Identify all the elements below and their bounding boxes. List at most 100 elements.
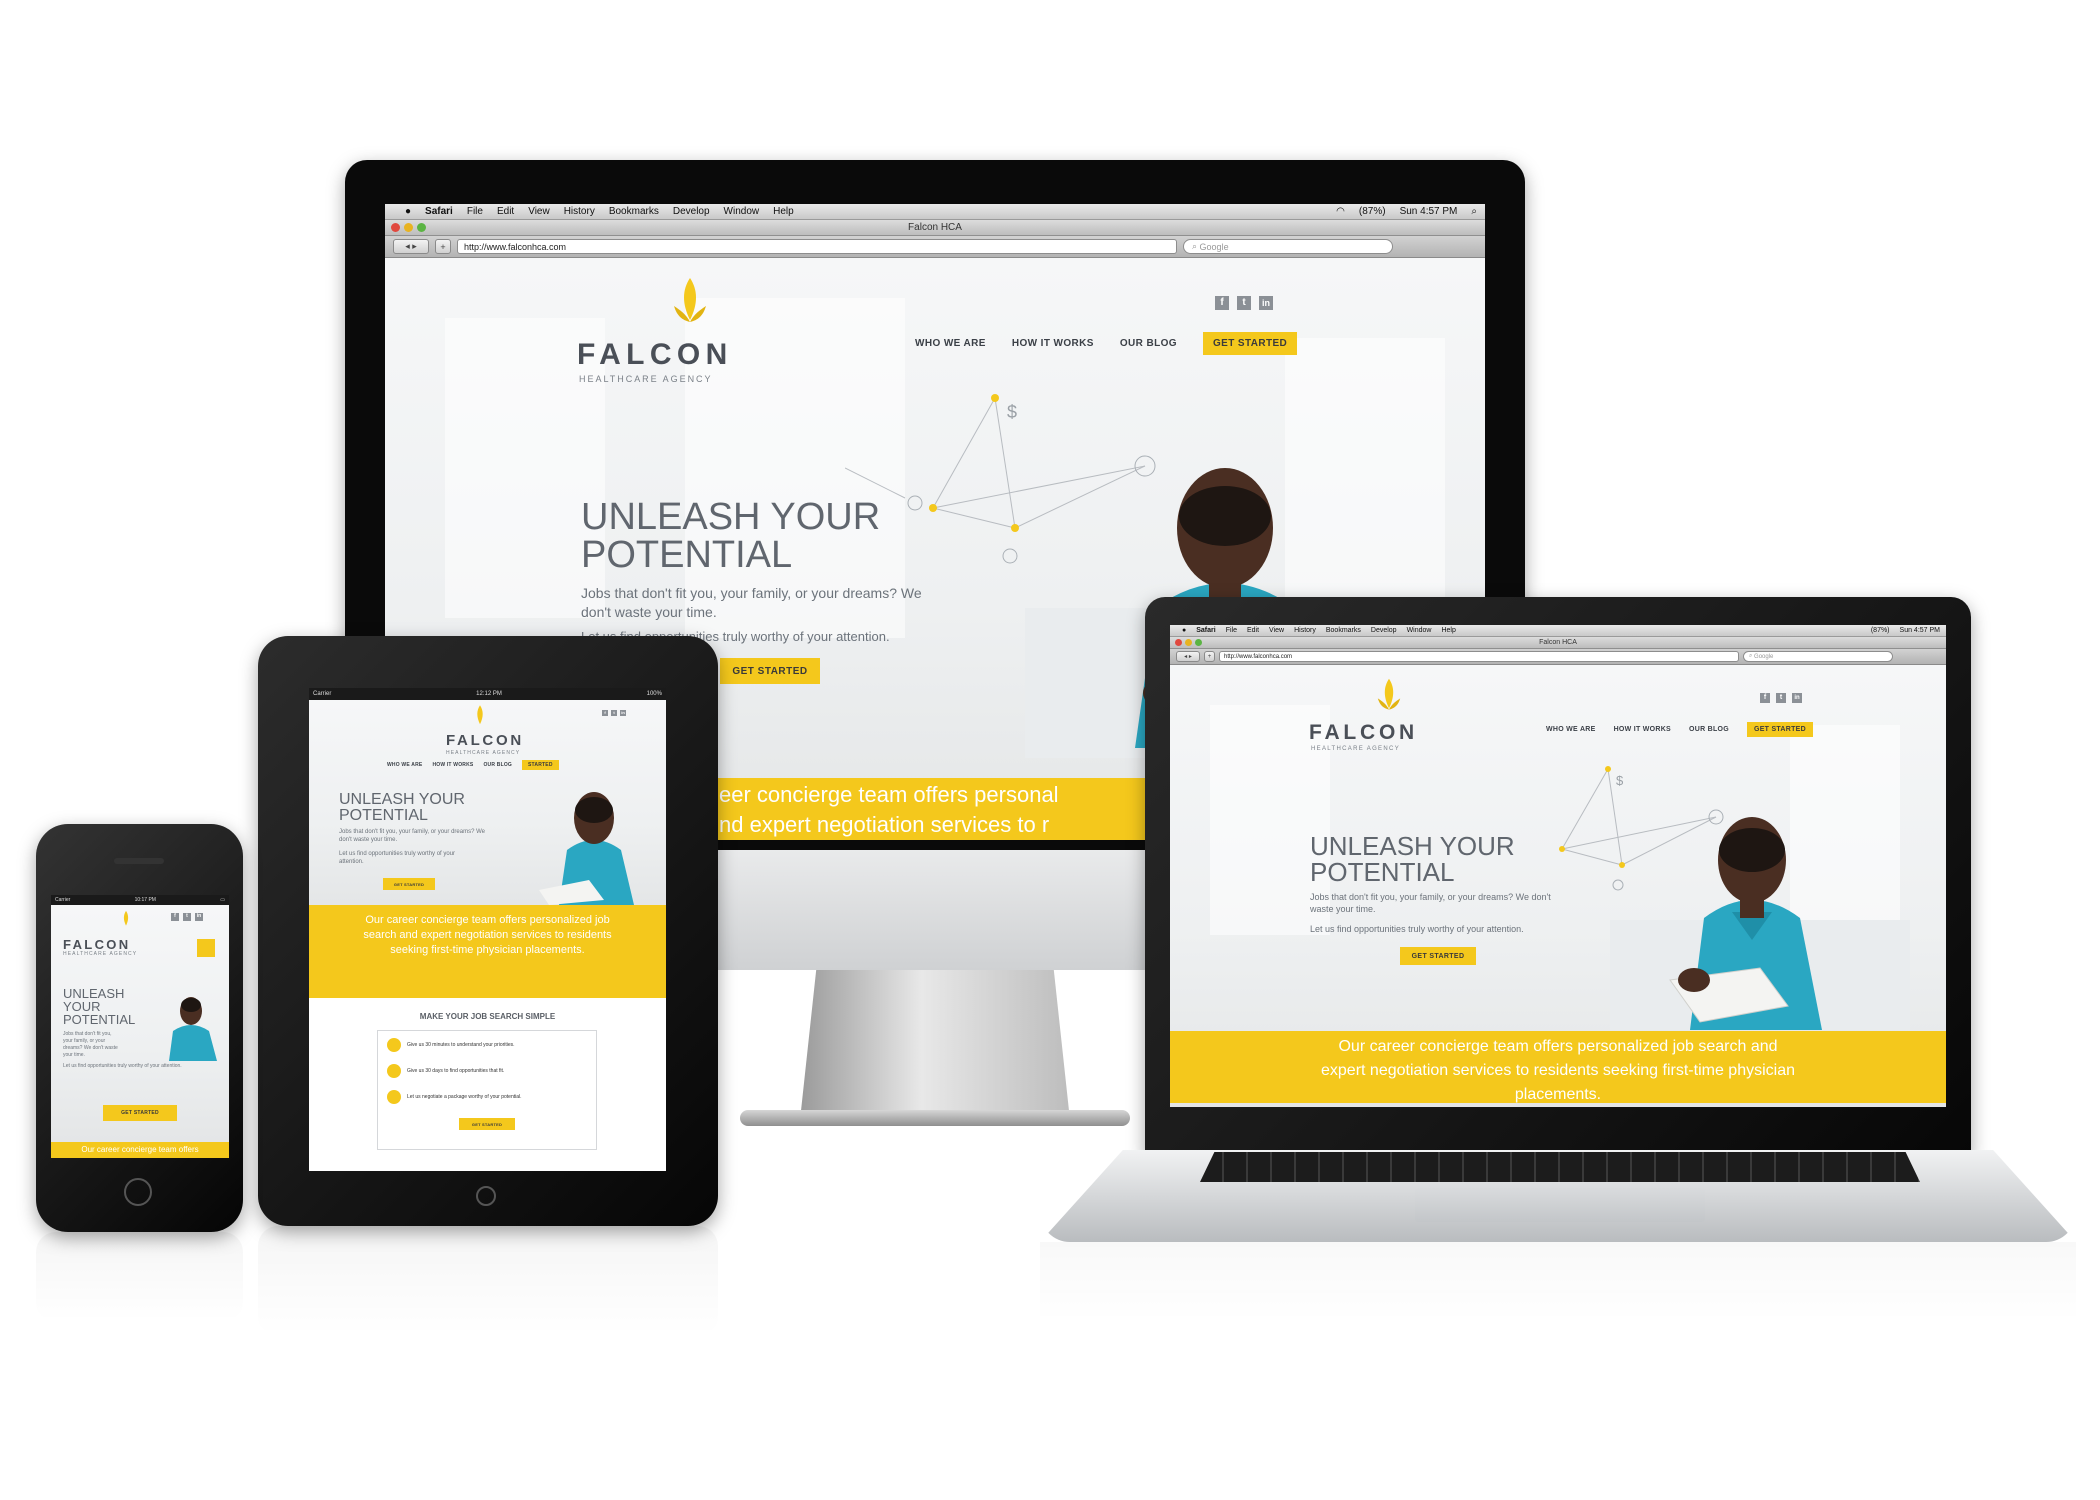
logo-wordmark[interactable]: FALCON	[1309, 721, 1418, 745]
twitter-icon[interactable]: t	[1776, 693, 1786, 703]
logo-wordmark[interactable]: FALCON	[446, 732, 524, 749]
hero-get-started-button[interactable]: GET STARTED	[720, 658, 820, 684]
menu-develop[interactable]: Develop	[673, 206, 710, 217]
search-field[interactable]: ⌕ Google	[1743, 651, 1893, 662]
phone-clock: 10:17 PM	[134, 897, 156, 903]
menu-window[interactable]: Window	[724, 206, 760, 217]
hero-get-started-button[interactable]: GET STARTED	[1400, 947, 1476, 965]
apple-icon[interactable]: ●	[1182, 627, 1186, 634]
phone-home-button[interactable]	[124, 1178, 152, 1206]
nav-our-blog[interactable]: OUR BLOG	[1689, 726, 1729, 733]
linkedin-icon[interactable]: in	[1259, 296, 1273, 310]
back-forward-buttons[interactable]: ◂ ▸	[1176, 651, 1200, 662]
apple-icon[interactable]: ●	[405, 206, 411, 217]
menu-bookmarks[interactable]: Bookmarks	[1326, 627, 1361, 634]
twitter-icon[interactable]: t	[1237, 296, 1251, 310]
laptop-trackpad[interactable]	[1415, 1188, 1705, 1222]
wifi-icon[interactable]: ◠	[1336, 206, 1345, 217]
spotlight-icon[interactable]: ⌕	[1471, 206, 1485, 217]
laptop-keyboard	[1200, 1152, 1920, 1182]
menu-history[interactable]: History	[564, 206, 595, 217]
search-placeholder: Google	[1199, 241, 1229, 252]
facebook-icon[interactable]: f	[1215, 296, 1229, 310]
menu-develop[interactable]: Develop	[1371, 627, 1397, 634]
hero-tagline: Jobs that don't fit you, your family, or…	[339, 829, 485, 844]
minimize-button[interactable]	[1185, 639, 1192, 646]
back-forward-buttons[interactable]: ◂ ▸	[393, 239, 429, 254]
zoom-button[interactable]	[417, 223, 426, 232]
laptop-screen: ● Safari File Edit View History Bookmark…	[1170, 625, 1946, 1107]
menu-app-safari[interactable]: Safari	[425, 206, 453, 217]
step-1: Give us 30 minutes to understand your pr…	[387, 1038, 515, 1052]
hamburger-menu-button[interactable]	[197, 939, 215, 957]
search-field[interactable]: ⌕ Google	[1183, 239, 1393, 254]
menu-view[interactable]: View	[1269, 627, 1284, 634]
nav-get-started[interactable]: GET STARTED	[1202, 332, 1298, 355]
nav-who-we-are[interactable]: WHO WE ARE	[915, 338, 986, 349]
nav-our-blog[interactable]: OUR BLOG	[1120, 338, 1177, 349]
menu-help[interactable]: Help	[1441, 627, 1455, 634]
nav-how-it-works[interactable]: HOW IT WORKS	[432, 762, 473, 768]
step-3: Let us negotiate a package worthy of you…	[387, 1090, 522, 1104]
social-links: f t in	[1760, 693, 1802, 703]
steps-get-started-button[interactable]: GET STARTED	[459, 1118, 515, 1130]
how-it-works-section: MAKE YOUR JOB SEARCH SIMPLE Give us 30 m…	[309, 998, 666, 1171]
add-bookmark-button[interactable]: +	[1204, 651, 1215, 662]
facebook-icon[interactable]: f	[171, 913, 179, 921]
linkedin-icon[interactable]: in	[195, 913, 203, 921]
linkedin-icon[interactable]: in	[1792, 693, 1802, 703]
menu-view[interactable]: View	[528, 206, 550, 217]
logo-wordmark[interactable]: FALCON	[577, 338, 733, 372]
imac-stand	[800, 970, 1070, 1120]
close-button[interactable]	[391, 223, 400, 232]
nav-our-blog[interactable]: OUR BLOG	[483, 762, 512, 768]
menu-file[interactable]: File	[467, 206, 483, 217]
twitter-icon[interactable]: t	[611, 710, 617, 716]
menu-edit[interactable]: Edit	[1247, 627, 1259, 634]
browser-titlebar: Falcon HCA	[385, 220, 1485, 236]
browser-titlebar: Falcon HCA	[1170, 637, 1946, 649]
clock[interactable]: Sun 4:57 PM	[1400, 206, 1458, 217]
nav-how-it-works[interactable]: HOW IT WORKS	[1614, 726, 1671, 733]
facebook-icon[interactable]: f	[602, 710, 608, 716]
menu-bookmarks[interactable]: Bookmarks	[609, 206, 659, 217]
social-links: f t in	[602, 710, 626, 716]
menu-app-safari[interactable]: Safari	[1196, 627, 1215, 634]
mission-band: Our career concierge team offers persona…	[1170, 1031, 1946, 1103]
menu-help[interactable]: Help	[773, 206, 794, 217]
facebook-icon[interactable]: f	[1760, 693, 1770, 703]
search-icon: ⌕	[1192, 241, 1200, 251]
nav-who-we-are[interactable]: WHO WE ARE	[387, 762, 422, 768]
logo-wordmark[interactable]: FALCON	[63, 937, 130, 952]
add-bookmark-button[interactable]: +	[435, 239, 451, 254]
nav-how-it-works[interactable]: HOW IT WORKS	[1012, 338, 1094, 349]
section-title: MAKE YOUR JOB SEARCH SIMPLE	[419, 1012, 556, 1021]
battery-status[interactable]: (87%)	[1359, 206, 1386, 217]
menu-history[interactable]: History	[1294, 627, 1316, 634]
address-bar[interactable]: http://www.falconhca.com	[1219, 651, 1739, 662]
menu-file[interactable]: File	[1226, 627, 1237, 634]
close-button[interactable]	[1175, 639, 1182, 646]
menu-edit[interactable]: Edit	[497, 206, 514, 217]
menu-window[interactable]: Window	[1407, 627, 1432, 634]
nav-who-we-are[interactable]: WHO WE ARE	[1546, 726, 1596, 733]
floor-reflection	[258, 1226, 718, 1336]
twitter-icon[interactable]: t	[183, 913, 191, 921]
nav-get-started[interactable]: STARTED	[522, 760, 559, 770]
hero-get-started-button[interactable]: GET STARTED	[103, 1105, 177, 1121]
falcon-logo-icon	[1377, 678, 1401, 710]
battery-status[interactable]: (87%)	[1871, 627, 1890, 634]
carrier-label: Carrier	[55, 897, 71, 903]
hero-headline-line1: UNLEASH YOUR	[581, 496, 881, 538]
nav-get-started[interactable]: GET STARTED	[1746, 722, 1813, 737]
clock[interactable]: Sun 4:57 PM	[1900, 627, 1946, 634]
minimize-button[interactable]	[404, 223, 413, 232]
linkedin-icon[interactable]: in	[620, 710, 626, 716]
mac-menubar: ● Safari File Edit View History Bookmark…	[1170, 625, 1946, 637]
tablet-home-button[interactable]	[476, 1186, 496, 1206]
address-bar[interactable]: http://www.falconhca.com	[457, 239, 1177, 254]
floor-reflection	[1040, 1242, 2076, 1322]
hero-get-started-button[interactable]: GET STARTED	[383, 878, 435, 890]
zoom-button[interactable]	[1195, 639, 1202, 646]
hero-headline-line2: POTENTIAL	[581, 534, 793, 576]
